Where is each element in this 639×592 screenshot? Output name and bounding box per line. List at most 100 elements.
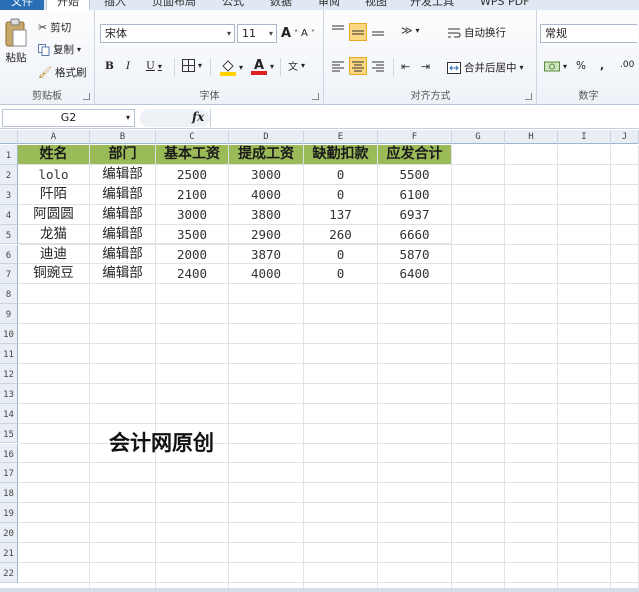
increase-decimal-button[interactable]: .00 [620, 60, 634, 70]
row-header[interactable]: 16 [0, 443, 18, 464]
row-header[interactable]: 19 [0, 503, 18, 524]
row-header[interactable]: 13 [0, 383, 18, 404]
alignment-launcher-icon[interactable] [525, 93, 532, 100]
number-format-select[interactable]: 常规 [540, 24, 637, 43]
table-cell[interactable]: 编辑部 [90, 204, 156, 225]
align-center-button[interactable] [349, 57, 367, 75]
table-cell[interactable]: 4000 [229, 184, 304, 205]
shrink-font-button[interactable]: A ˅ [301, 28, 315, 39]
row-header[interactable]: 22 [0, 562, 18, 583]
column-header-h[interactable]: H [505, 130, 558, 144]
tab-page-layout[interactable]: 页面布局 [152, 0, 196, 10]
align-left-button[interactable] [331, 60, 345, 72]
tab-data[interactable]: 数据 [270, 0, 292, 10]
align-top-button[interactable] [331, 24, 345, 36]
name-box[interactable]: G2 ▾ [2, 109, 135, 127]
row-header[interactable]: 14 [0, 403, 18, 424]
table-cell[interactable]: 0 [304, 264, 378, 285]
table-cell[interactable]: 阡陌 [18, 184, 90, 205]
tab-wps-pdf[interactable]: WPS PDF [480, 0, 529, 10]
row-header[interactable]: 4 [0, 204, 18, 225]
row-header[interactable]: 5 [0, 224, 18, 245]
column-header-e[interactable]: E [304, 130, 378, 144]
column-header-j[interactable]: J [611, 130, 639, 144]
underline-button[interactable]: U ▾ [146, 60, 162, 72]
decrease-indent-button[interactable]: ⇤ [401, 60, 410, 73]
cut-button[interactable]: ✂ 剪切 [38, 20, 71, 35]
header-cell-e[interactable]: 缺勤扣款 [304, 145, 378, 165]
bold-button[interactable]: B [105, 60, 114, 72]
font-launcher-icon[interactable] [312, 93, 319, 100]
header-cell-a[interactable]: 姓名 [18, 145, 90, 165]
table-cell[interactable]: 阿圆圆 [18, 204, 90, 225]
insert-function-icon[interactable]: fx [192, 110, 204, 124]
table-cell[interactable]: lolo [18, 164, 90, 185]
clipboard-launcher-icon[interactable] [83, 93, 90, 100]
table-cell[interactable]: 5870 [378, 244, 452, 265]
column-header-c[interactable]: C [156, 130, 229, 144]
fill-color-button[interactable]: ▾ [220, 58, 243, 76]
orientation-button[interactable]: ≫ ▾ [401, 24, 420, 37]
table-cell[interactable]: 编辑部 [90, 184, 156, 205]
tab-insert[interactable]: 插入 [104, 0, 126, 10]
row-header[interactable]: 12 [0, 363, 18, 384]
copy-dropdown-icon[interactable]: ▾ [77, 45, 81, 54]
table-cell[interactable]: 0 [304, 244, 378, 265]
tab-view[interactable]: 视图 [365, 0, 387, 10]
tab-formulas[interactable]: 公式 [222, 0, 244, 10]
tab-review[interactable]: 审阅 [318, 0, 340, 10]
formula-input[interactable] [210, 109, 639, 127]
table-cell[interactable]: 0 [304, 164, 378, 185]
table-cell[interactable]: 2400 [156, 264, 229, 285]
table-cell[interactable]: 编辑部 [90, 264, 156, 285]
table-cell[interactable]: 3870 [229, 244, 304, 265]
table-cell[interactable]: 3000 [229, 164, 304, 185]
row-header[interactable]: 1 [0, 145, 18, 165]
column-header-b[interactable]: B [90, 130, 156, 144]
row-header[interactable]: 21 [0, 543, 18, 563]
phonetic-button[interactable]: 文 ▾ [288, 58, 305, 73]
table-cell[interactable]: 2100 [156, 184, 229, 205]
table-cell[interactable]: 迪迪 [18, 244, 90, 265]
row-header[interactable]: 11 [0, 344, 18, 364]
italic-button[interactable]: I [126, 60, 130, 72]
paste-button[interactable]: 粘贴 [4, 18, 28, 65]
table-cell[interactable]: 3500 [156, 224, 229, 245]
row-header[interactable]: 6 [0, 244, 18, 265]
borders-button[interactable]: ▾ [182, 59, 202, 72]
row-header[interactable]: 2 [0, 164, 18, 185]
table-cell[interactable]: 2900 [229, 224, 304, 245]
column-header-f[interactable]: F [378, 130, 452, 144]
name-box-chevron-icon[interactable]: ▾ [126, 110, 130, 126]
wrap-text-button[interactable]: 自动换行 [447, 25, 506, 40]
row-header[interactable]: 15 [0, 423, 18, 444]
row-header[interactable]: 10 [0, 324, 18, 344]
font-size-select[interactable]: 11 ▾ [237, 24, 277, 43]
align-right-button[interactable] [371, 60, 385, 72]
column-header-d[interactable]: D [229, 130, 304, 144]
tab-developer[interactable]: 开发工具 [410, 0, 454, 10]
grow-font-button[interactable]: A ˄ [281, 26, 298, 41]
table-cell[interactable]: 铜豌豆 [18, 264, 90, 285]
table-cell[interactable]: 编辑部 [90, 224, 156, 245]
select-all-corner[interactable] [0, 130, 18, 144]
table-cell[interactable]: 260 [304, 224, 378, 245]
header-cell-f[interactable]: 应发合计 [378, 145, 452, 165]
align-bottom-button[interactable] [371, 24, 385, 36]
percent-button[interactable]: % [576, 60, 586, 72]
increase-indent-button[interactable]: ⇥ [421, 60, 430, 73]
font-name-select[interactable]: 宋体 ▾ [100, 24, 235, 43]
column-header-a[interactable]: A [18, 130, 90, 144]
table-cell[interactable]: 2500 [156, 164, 229, 185]
table-cell[interactable]: 6100 [378, 184, 452, 205]
table-cell[interactable]: 龙猫 [18, 224, 90, 245]
table-cell[interactable]: 编辑部 [90, 244, 156, 265]
tab-home[interactable]: 开始 [46, 0, 90, 10]
format-painter-button[interactable]: 🖌 格式刷 [38, 65, 86, 80]
header-cell-c[interactable]: 基本工资 [156, 145, 229, 165]
row-header[interactable]: 7 [0, 264, 18, 285]
row-header[interactable]: 3 [0, 184, 18, 205]
align-middle-button[interactable] [349, 23, 367, 41]
header-cell-b[interactable]: 部门 [90, 145, 156, 165]
table-cell[interactable]: 6660 [378, 224, 452, 245]
